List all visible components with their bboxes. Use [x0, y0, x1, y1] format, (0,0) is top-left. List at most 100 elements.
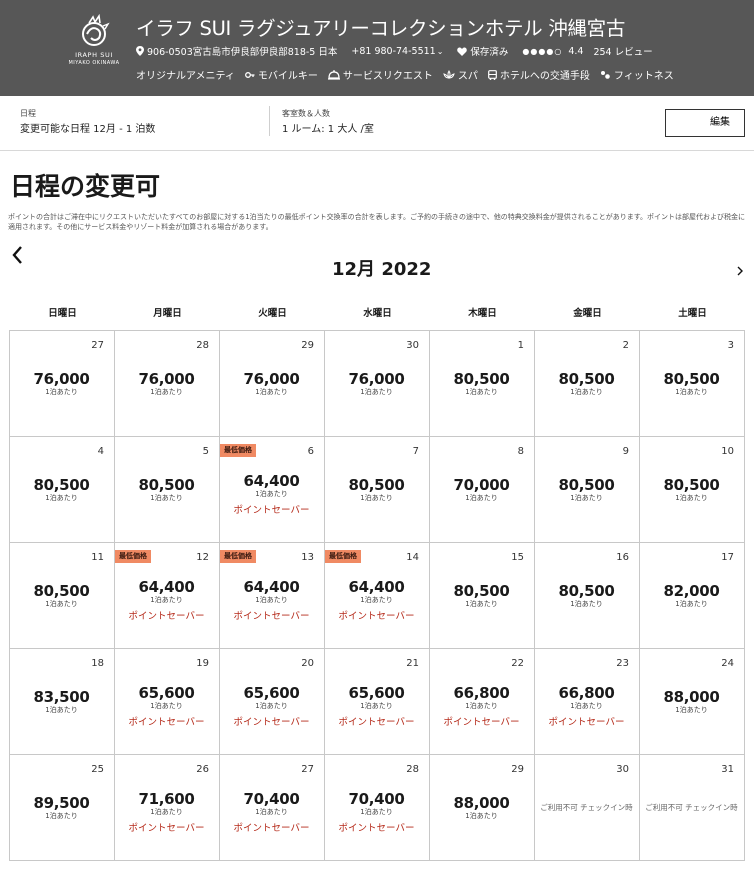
weekday-label: 火曜日 [258, 308, 287, 319]
calendar-day-cell[interactable]: 10 80,500 1泊あたり [640, 437, 745, 543]
rating-link[interactable]: ●●●●○ 4.4 254 レビュー [522, 44, 652, 59]
per-night-label: 1泊あたり [45, 812, 78, 820]
calendar-day-cell[interactable]: 18 83,500 1泊あたり [10, 649, 115, 755]
per-night-label: 1泊あたり [360, 702, 393, 710]
calendar-day-cell[interactable]: 29 76,000 1泊あたり [220, 331, 325, 437]
hotel-header: IRAPH SUI MIYAKO OKINAWA イラフ SUI ラグジュアリー… [0, 0, 754, 96]
calendar-day-cell[interactable]: 28 70,400 1泊あたり ポイントセーバー [325, 755, 430, 861]
weekday-label: 土曜日 [678, 308, 707, 319]
calendar-day-cell[interactable]: 30 76,000 1泊あたり [325, 331, 430, 437]
save-hotel-button[interactable]: 保存済み [457, 44, 508, 58]
search-summary-bar: 日程 変更可能な日程 12月 - 1 泊数 客室数＆人数 1 ルーム: 1 大人… [0, 96, 754, 151]
calendar-day-cell[interactable]: 28 76,000 1泊あたり [115, 331, 220, 437]
edit-search-button[interactable]: 編集 [665, 109, 745, 137]
calendar-day-cell[interactable]: 6 最低価格 64,400 1泊あたり ポイントセーバー [220, 437, 325, 543]
calendar-day-cell[interactable]: 9 80,500 1泊あたり [535, 437, 640, 543]
phone-text: +81 980-74-5511 [351, 45, 436, 57]
calendar-day-cell[interactable]: 3 80,500 1泊あたり [640, 331, 745, 437]
points-price: 80,500 [663, 476, 720, 494]
per-night-label: 1泊あたり [45, 706, 78, 714]
day-number: 9 [622, 446, 629, 457]
points-saver-label: ポイントセーバー [233, 717, 310, 728]
calendar-day-cell[interactable]: 12 最低価格 64,400 1泊あたり ポイントセーバー [115, 543, 220, 649]
per-night-label: 1泊あたり [465, 702, 498, 710]
calendar-day-cell[interactable]: 26 71,600 1泊あたり ポイントセーバー [115, 755, 220, 861]
day-number: 29 [511, 764, 524, 775]
calendar-day-cell[interactable]: 20 65,600 1泊あたり ポイントセーバー [220, 649, 325, 755]
points-price: 64,400 [243, 578, 300, 596]
amenity-service-request[interactable]: サービスリクエスト [327, 67, 433, 82]
points-price: 64,400 [243, 472, 300, 490]
calendar-day-cell[interactable]: 16 80,500 1泊あたり [535, 543, 640, 649]
points-price: 80,500 [558, 370, 615, 388]
calendar-day-cell[interactable]: 23 66,800 1泊あたり ポイントセーバー [535, 649, 640, 755]
amenity-links: オリジナルアメニティ モバイルキー サービスリクエスト スパ ホテルへの交通手段 [136, 67, 684, 82]
day-number: 11 [91, 552, 104, 563]
calendar-day-cell[interactable]: 29 88,000 1泊あたり [430, 755, 535, 861]
calendar-day-cell[interactable]: 1 80,500 1泊あたり [430, 331, 535, 437]
points-price: 76,000 [138, 370, 195, 388]
points-price: 88,000 [663, 688, 720, 706]
divider [269, 106, 270, 136]
day-number: 31 [721, 764, 734, 775]
per-night-label: 1泊あたり [570, 702, 603, 710]
amenity-spa[interactable]: スパ [443, 67, 478, 82]
calendar-day-cell[interactable]: 21 65,600 1泊あたり ポイントセーバー [325, 649, 430, 755]
day-number: 17 [721, 552, 734, 563]
calendar-day-cell[interactable]: 14 最低価格 64,400 1泊あたり ポイントセーバー [325, 543, 430, 649]
per-night-label: 1泊あたり [150, 494, 183, 502]
day-number: 28 [406, 764, 419, 775]
calendar-day-cell[interactable]: 13 最低価格 64,400 1泊あたり ポイントセーバー [220, 543, 325, 649]
points-saver-label: ポイントセーバー [338, 823, 415, 834]
heart-icon [457, 47, 468, 56]
next-month-button[interactable] [735, 263, 745, 277]
calendar-day-cell[interactable]: 27 76,000 1泊あたり [10, 331, 115, 437]
calendar-day-cell[interactable]: 2 80,500 1泊あたり [535, 331, 640, 437]
dates-value[interactable]: 変更可能な日程 12月 - 1 泊数 [20, 120, 155, 135]
calendar-day-cell[interactable]: 27 70,400 1泊あたり ポイントセーバー [220, 755, 325, 861]
calendar-day-cell[interactable]: 22 66,800 1泊あたり ポイントセーバー [430, 649, 535, 755]
per-night-label: 1泊あたり [255, 388, 288, 396]
calendar-day-cell[interactable]: 17 82,000 1泊あたり [640, 543, 745, 649]
calendar-day-cell[interactable]: 15 80,500 1泊あたり [430, 543, 535, 649]
points-saver-label: ポイントセーバー [233, 505, 310, 516]
amenity-label: スパ [457, 71, 478, 82]
calendar-day-cell[interactable]: 11 80,500 1泊あたり [10, 543, 115, 649]
calendar-day-cell[interactable]: 5 80,500 1泊あたり [115, 437, 220, 543]
calendar-grid: 27 76,000 1泊あたり 28 76,000 1泊あたり 29 76,000 1泊あたり 3… [9, 330, 745, 861]
weekday-label: 木曜日 [468, 308, 497, 319]
phone-dropdown[interactable]: +81 980-74-5511 ⌄ [351, 46, 443, 57]
hotel-logo[interactable]: IRAPH SUI MIYAKO OKINAWA [64, 14, 124, 78]
calendar-day-cell[interactable]: 25 89,500 1泊あたり [10, 755, 115, 861]
per-night-label: 1泊あたり [465, 812, 498, 820]
amenity-original[interactable]: オリジナルアメニティ [136, 67, 235, 82]
per-night-label: 1泊あたり [150, 388, 183, 396]
day-number: 29 [301, 340, 314, 351]
guests-value[interactable]: 1 ルーム: 1 大人 /室 [282, 120, 374, 135]
calendar-day-cell[interactable]: 7 80,500 1泊あたり [325, 437, 430, 543]
previous-month-button[interactable] [10, 244, 26, 266]
lowest-price-badge: 最低価格 [220, 444, 256, 457]
per-night-label: 1泊あたり [45, 494, 78, 502]
unavailable-label: ご利用不可 チェックイン時 [540, 803, 633, 812]
amenity-mobile-key[interactable]: モバイルキー [244, 67, 318, 82]
amenity-fitness[interactable]: フィットネス [600, 67, 674, 82]
day-number: 30 [616, 764, 629, 775]
points-price: 82,000 [663, 582, 720, 600]
points-price: 65,600 [348, 684, 405, 702]
lowest-price-badge: 最低価格 [220, 550, 256, 563]
points-price: 80,500 [558, 582, 615, 600]
weekday-header: 日曜日 月曜日 火曜日 水曜日 木曜日 金曜日 土曜日 [10, 305, 745, 319]
calendar-day-cell[interactable]: 4 80,500 1泊あたり [10, 437, 115, 543]
calendar-day-cell[interactable]: 8 70,000 1泊あたり [430, 437, 535, 543]
day-number: 16 [616, 552, 629, 563]
weekday-label: 金曜日 [573, 308, 602, 319]
calendar-day-cell[interactable]: 24 88,000 1泊あたり [640, 649, 745, 755]
per-night-label: 1泊あたり [45, 388, 78, 396]
points-price: 80,500 [453, 370, 510, 388]
address[interactable]: 906-0503宮古島市伊良部伊良部818-5 日本 [136, 44, 337, 58]
day-number: 21 [406, 658, 419, 669]
calendar-day-cell[interactable]: 19 65,600 1泊あたり ポイントセーバー [115, 649, 220, 755]
per-night-label: 1泊あたり [150, 596, 183, 604]
amenity-transport[interactable]: ホテルへの交通手段 [488, 67, 590, 82]
